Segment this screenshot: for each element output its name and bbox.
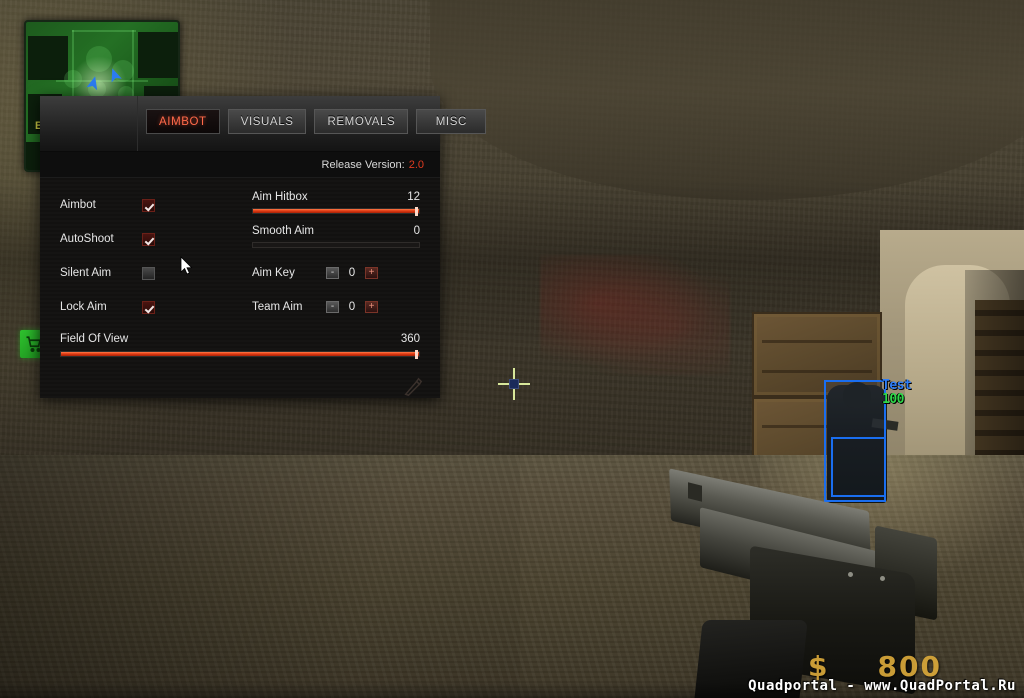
slider-knob-field-of-view[interactable] <box>415 350 418 359</box>
team-aim-increment-button[interactable]: + <box>365 301 378 313</box>
slider-track-smooth-aim[interactable] <box>252 242 420 248</box>
option-row-autoshoot[interactable]: AutoShoot <box>60 222 252 256</box>
label-aimbot: Aimbot <box>60 199 96 211</box>
value-aim-hitbox: 12 <box>407 191 420 203</box>
floor-shadow-left <box>0 455 520 698</box>
value-smooth-aim: 0 <box>413 225 420 237</box>
version-number: 2.0 <box>408 158 424 171</box>
checkbox-aimbot[interactable] <box>142 198 155 212</box>
checkbox-lock-aim[interactable] <box>142 300 155 314</box>
label-team-aim: Team Aim <box>252 301 303 313</box>
option-row-lock-aim[interactable]: Lock Aim <box>60 290 252 324</box>
slider-smooth-aim[interactable]: Smooth Aim 0 <box>252 222 420 256</box>
team-aim-decrement-button[interactable]: - <box>326 301 339 313</box>
label-smooth-aim: Smooth Aim <box>252 225 314 237</box>
label-autoshoot: AutoShoot <box>60 233 114 245</box>
crosshair-center-dot <box>509 379 519 389</box>
crosshair <box>498 368 530 400</box>
menu-content: Aimbot AutoShoot Silent Aim Lock Aim Aim… <box>40 178 440 398</box>
label-lock-aim: Lock Aim <box>60 301 107 313</box>
label-silent-aim: Silent Aim <box>60 267 112 279</box>
stepper-team-aim[interactable]: Team Aim - 0 + <box>252 290 420 324</box>
slider-field-of-view[interactable]: Field Of View 360 <box>40 324 440 359</box>
option-row-silent-aim[interactable]: Silent Aim <box>60 256 252 290</box>
mouse-cursor <box>180 256 193 275</box>
tab-visuals[interactable]: VISUALS <box>227 109 307 134</box>
tab-misc[interactable]: MISC <box>416 109 487 134</box>
settings-column: Aim Hitbox 12 Smooth Aim 0 Aim Key - 0 +… <box>252 188 440 324</box>
menu-logo-area <box>40 96 138 151</box>
aim-key-increment-button[interactable]: + <box>365 267 378 279</box>
label-aim-key: Aim Key <box>252 267 295 279</box>
slider-fill-aim-hitbox <box>253 209 419 213</box>
label-aim-hitbox: Aim Hitbox <box>252 191 308 203</box>
checkbox-autoshoot[interactable] <box>142 232 155 246</box>
slider-fill-field-of-view <box>61 352 419 356</box>
weapon-front-sight <box>688 482 702 502</box>
version-bar: Release Version: 2.0 <box>40 152 440 178</box>
slider-track-field-of-view[interactable] <box>60 350 420 359</box>
site-watermark: Quadportal - www.QuadPortal.Ru <box>748 678 1016 694</box>
slider-knob-aim-hitbox[interactable] <box>415 207 418 216</box>
esp-player-health: 100 <box>882 392 904 407</box>
pencil-icon <box>404 377 423 397</box>
tab-aimbot[interactable]: AIMBOT <box>146 109 220 134</box>
menu-titlebar: AIMBOT VISUALS REMOVALS MISC <box>40 96 487 152</box>
value-field-of-view: 360 <box>400 333 420 345</box>
stepper-aim-key[interactable]: Aim Key - 0 + <box>252 256 420 290</box>
slider-aim-hitbox[interactable]: Aim Hitbox 12 <box>252 188 420 222</box>
esp-player-name: Test <box>882 378 912 393</box>
checkbox-column: Aimbot AutoShoot Silent Aim Lock Aim <box>40 188 252 324</box>
wall-graffiti <box>540 255 730 375</box>
value-team-aim: 0 <box>348 301 356 313</box>
option-row-aimbot[interactable]: Aimbot <box>60 188 252 222</box>
version-label: Release Version: <box>321 158 405 171</box>
menu-tab-bar[interactable]: AIMBOT VISUALS REMOVALS MISC <box>146 109 487 134</box>
value-aim-key: 0 <box>348 267 356 279</box>
aim-key-decrement-button[interactable]: - <box>326 267 339 279</box>
slider-track-aim-hitbox[interactable] <box>252 207 420 216</box>
cheat-menu-window[interactable]: AIMBOT VISUALS REMOVALS MISC Release Ver… <box>40 96 487 398</box>
tab-removals[interactable]: REMOVALS <box>314 109 409 134</box>
checkbox-silent-aim[interactable] <box>142 266 155 280</box>
label-field-of-view: Field Of View <box>60 333 129 345</box>
